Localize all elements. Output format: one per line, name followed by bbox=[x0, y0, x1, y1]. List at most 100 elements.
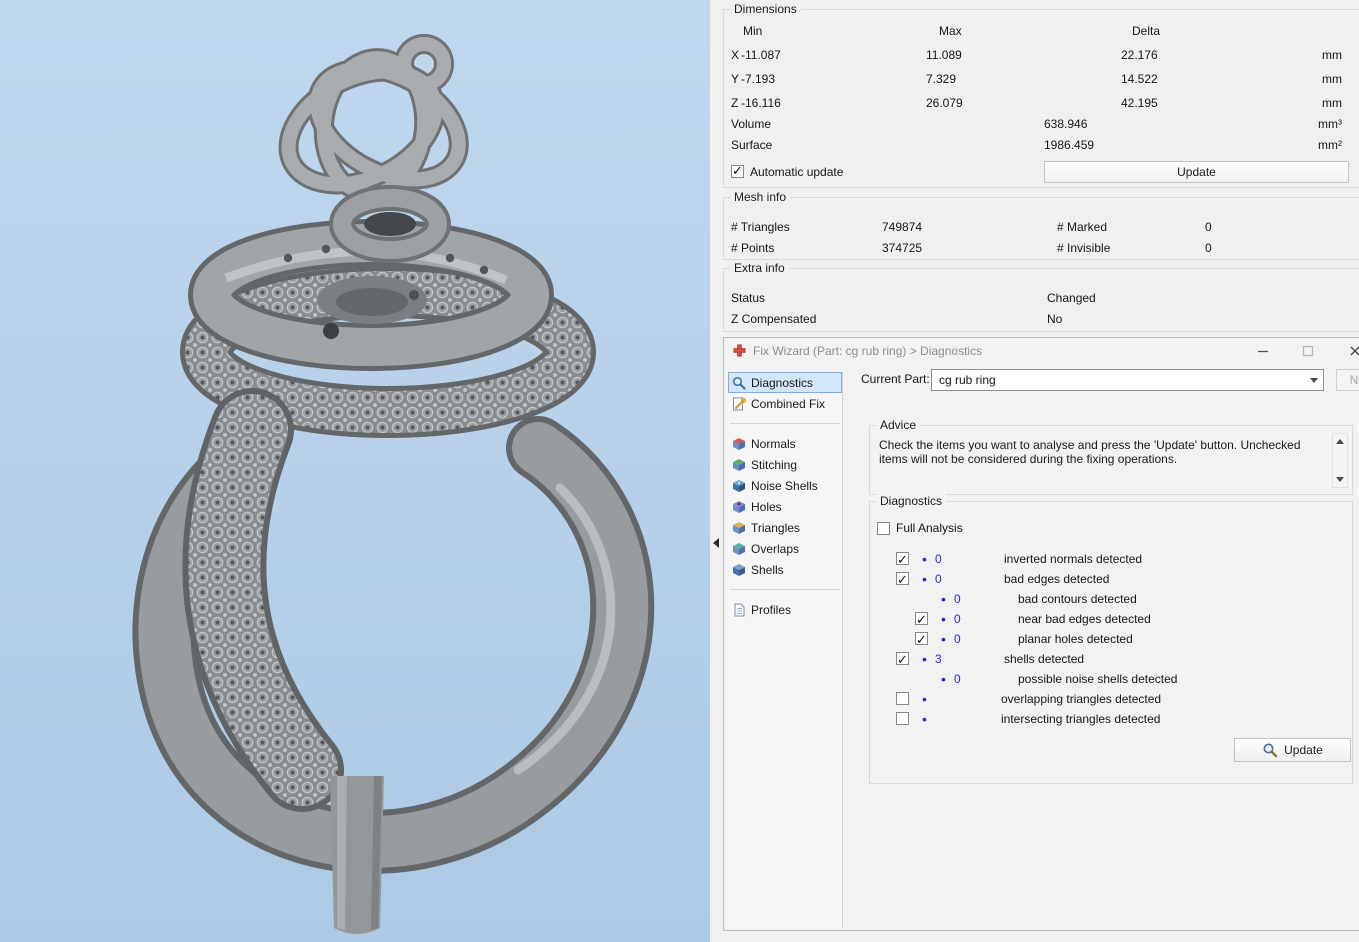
3d-viewport[interactable] bbox=[0, 0, 710, 942]
shells-checkbox[interactable] bbox=[896, 650, 909, 670]
surface-label: Surface bbox=[731, 138, 773, 152]
next-button-label: Next bbox=[1349, 373, 1359, 387]
dimensions-panel-title: Dimensions bbox=[730, 2, 801, 16]
dimension-row-z: Z -16.116 26.079 42.195 mm bbox=[724, 95, 1359, 111]
fix-wizard-titlebar[interactable]: Fix Wizard (Part: cg rub ring) > Diagnos… bbox=[724, 338, 1359, 364]
col-header-delta: Delta bbox=[1132, 24, 1161, 38]
overlaps-icon bbox=[733, 542, 745, 555]
diagnostic-label: planar holes detected bbox=[1018, 632, 1133, 646]
unit-label: mm³ bbox=[1318, 117, 1342, 131]
sidebar-item-diagnostics[interactable]: Diagnostics bbox=[728, 372, 842, 393]
z-compensated-value: No bbox=[1047, 312, 1063, 326]
planar-holes-checkbox[interactable] bbox=[915, 630, 928, 650]
volume-row: Volume 638.946 mm³ bbox=[724, 116, 1359, 132]
viewport-panel-splitter[interactable] bbox=[710, 0, 723, 942]
inverted-normals-checkbox[interactable] bbox=[896, 550, 909, 570]
dimensions-header-row: Min Max Delta bbox=[724, 23, 1359, 39]
marked-label: # Marked bbox=[1057, 220, 1108, 234]
extra-info-panel-title: Extra info bbox=[730, 261, 789, 275]
minimize-button[interactable] bbox=[1248, 340, 1278, 362]
update-diagnostics-button[interactable]: Update bbox=[1234, 738, 1351, 762]
bullet-icon bbox=[941, 629, 946, 649]
axis-label: Z bbox=[731, 96, 739, 110]
full-analysis-checkbox[interactable] bbox=[877, 522, 890, 535]
current-part-dropdown[interactable]: cg rub ring bbox=[931, 369, 1324, 391]
surface-value: 1986.459 bbox=[1044, 138, 1095, 152]
diagnostics-panel-title: Diagnostics bbox=[876, 494, 947, 508]
z-compensated-row: Z Compensated No bbox=[724, 311, 1359, 327]
sidebar-separator bbox=[730, 589, 840, 590]
minimize-icon bbox=[1258, 350, 1268, 353]
mesh-info-panel: Mesh info # Triangles 749874 # Marked 0 … bbox=[723, 190, 1359, 260]
holes-icon bbox=[733, 500, 745, 513]
sidebar-item-profiles[interactable]: Profiles bbox=[728, 599, 842, 620]
bad-edges-checkbox[interactable] bbox=[896, 570, 909, 590]
noise-shells-icon bbox=[733, 479, 745, 492]
diagnostic-label: bad edges detected bbox=[1004, 572, 1110, 586]
diagnostic-label: possible noise shells detected bbox=[1018, 672, 1178, 686]
unit-label: mm bbox=[1322, 72, 1342, 86]
delta-value: 42.195 bbox=[1121, 96, 1158, 110]
advice-scrollbar[interactable] bbox=[1332, 433, 1348, 488]
fix-wizard-sidebar: Diagnostics Combined Fix Normals Stitchi… bbox=[728, 372, 843, 928]
application-window: Dimensions Min Max Delta X -11.087 11.08… bbox=[0, 0, 1359, 942]
current-part-value: cg rub ring bbox=[939, 373, 996, 387]
near-bad-edges-checkbox[interactable] bbox=[915, 610, 928, 630]
diagnostic-count: 0 bbox=[954, 672, 961, 686]
dimensions-panel: Dimensions Min Max Delta X -11.087 11.08… bbox=[723, 2, 1359, 188]
overlapping-triangles-checkbox[interactable] bbox=[896, 692, 909, 705]
mesh-info-panel-title: Mesh info bbox=[730, 190, 791, 204]
delta-value: 14.522 bbox=[1121, 72, 1158, 86]
invisible-value: 0 bbox=[1205, 241, 1212, 255]
intersecting-triangles-checkbox[interactable] bbox=[896, 712, 909, 725]
shells-icon bbox=[733, 563, 745, 576]
diagnostic-label: near bad edges detected bbox=[1018, 612, 1151, 626]
sidebar-item-label: Holes bbox=[751, 499, 782, 514]
unit-label: mm² bbox=[1318, 138, 1342, 152]
invisible-label: # Invisible bbox=[1057, 241, 1111, 255]
diagnostic-item: intersecting triangles detected bbox=[870, 709, 1352, 729]
scroll-up-button[interactable] bbox=[1333, 435, 1347, 448]
diagnostic-count: 3 bbox=[935, 652, 942, 666]
sidebar-item-holes[interactable]: Holes bbox=[728, 496, 842, 517]
volume-label: Volume bbox=[731, 117, 772, 131]
diagnostic-item: 0 bad contours detected bbox=[870, 589, 1352, 609]
min-value: -11.087 bbox=[741, 48, 781, 62]
update-dimensions-button[interactable]: Update bbox=[1044, 161, 1349, 183]
bullet-icon bbox=[941, 589, 946, 609]
sidebar-item-label: Noise Shells bbox=[751, 478, 818, 493]
diagnostic-label: shells detected bbox=[1004, 652, 1085, 666]
full-analysis-label: Full Analysis bbox=[896, 521, 963, 535]
bullet-icon bbox=[922, 649, 927, 669]
diagnostic-label: overlapping triangles detected bbox=[1001, 692, 1162, 706]
sidebar-item-overlaps[interactable]: Overlaps bbox=[728, 538, 842, 559]
fix-wizard-title: Fix Wizard (Part: cg rub ring) > Diagnos… bbox=[753, 344, 983, 358]
scroll-down-button[interactable] bbox=[1333, 473, 1347, 486]
fix-wizard-window: Fix Wizard (Part: cg rub ring) > Diagnos… bbox=[723, 337, 1359, 931]
combined-fix-icon bbox=[733, 397, 746, 410]
dropdown-arrow-button[interactable] bbox=[1305, 371, 1322, 389]
bullet-icon bbox=[922, 689, 927, 709]
maximize-button[interactable] bbox=[1293, 340, 1323, 362]
advice-text: Check the items you want to analyse and … bbox=[879, 438, 1301, 466]
unit-label: mm bbox=[1322, 96, 1342, 110]
sidebar-item-normals[interactable]: Normals bbox=[728, 433, 842, 454]
diagnostic-item: overlapping triangles detected bbox=[870, 689, 1352, 709]
sidebar-item-shells[interactable]: Shells bbox=[728, 559, 842, 580]
sidebar-item-noise-shells[interactable]: Noise Shells bbox=[728, 475, 842, 496]
next-button[interactable]: Next bbox=[1336, 369, 1359, 391]
full-analysis-row: Full Analysis bbox=[870, 519, 1352, 539]
diagnostics-panel: Diagnostics Full Analysis 0 inverted nor… bbox=[869, 494, 1353, 784]
sidebar-item-stitching[interactable]: Stitching bbox=[728, 454, 842, 475]
profiles-icon bbox=[734, 603, 745, 616]
sidebar-item-label: Shells bbox=[751, 562, 784, 577]
bullet-icon bbox=[941, 669, 946, 689]
mesh-info-row: # Points 374725 # Invisible 0 bbox=[724, 240, 1359, 256]
sidebar-item-triangles[interactable]: Triangles bbox=[728, 517, 842, 538]
diagnostic-count: 0 bbox=[954, 592, 961, 606]
sidebar-item-combined-fix[interactable]: Combined Fix bbox=[728, 393, 842, 414]
automatic-update-label: Automatic update bbox=[750, 165, 844, 179]
close-button[interactable] bbox=[1340, 340, 1359, 362]
advice-panel: Advice Check the items you want to analy… bbox=[869, 418, 1353, 495]
diagnostics-icon bbox=[732, 376, 746, 390]
